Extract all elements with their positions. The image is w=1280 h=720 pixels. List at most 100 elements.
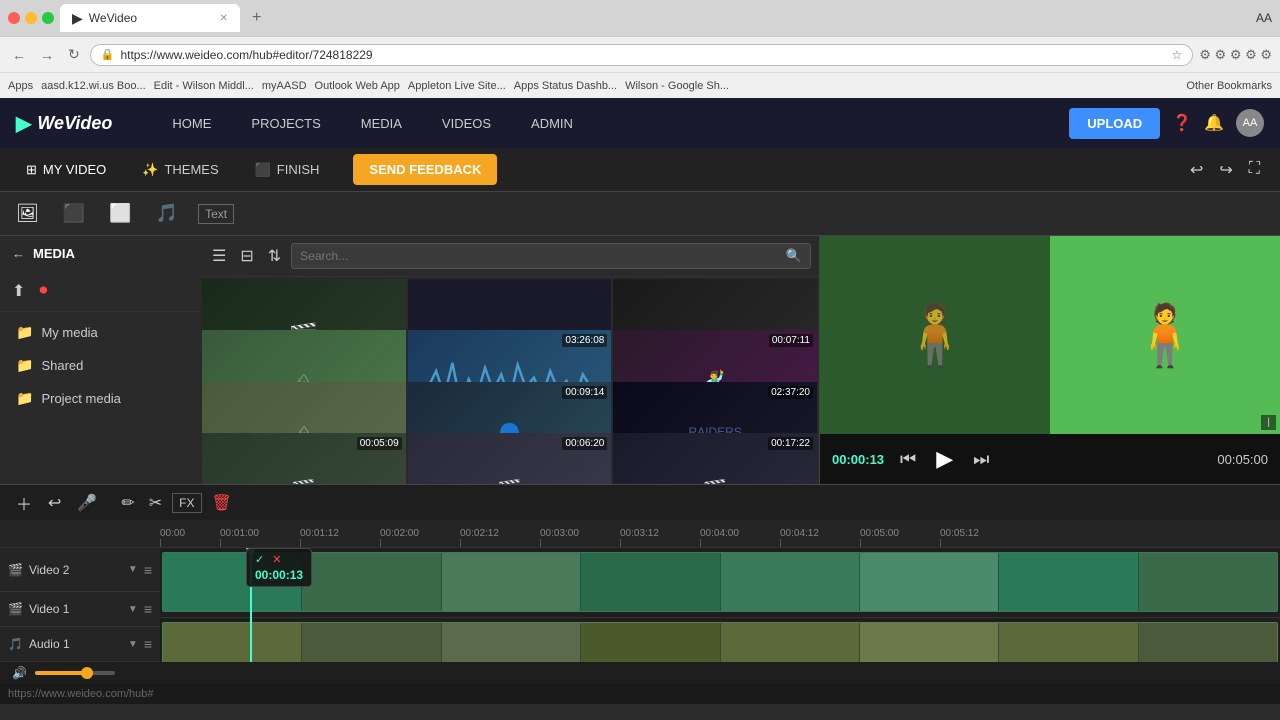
- nav-home[interactable]: HOME: [152, 102, 231, 145]
- track-label-audio1: 🎵 Audio 1 ▼ ≡: [0, 627, 160, 662]
- new-tab-button[interactable]: +: [246, 9, 267, 27]
- bookmark-wilson[interactable]: Wilson - Google Sh...: [625, 80, 729, 92]
- bookmark-apps[interactable]: Apps: [8, 80, 33, 92]
- person-left-figure: 🧍: [898, 300, 973, 371]
- nav-admin[interactable]: ADMIN: [511, 102, 593, 145]
- timeline-toolbar: ＋ ↩ 🎤 ✏ ✂ FX 🗑: [0, 484, 1280, 520]
- track-row-video1[interactable]: [160, 618, 1280, 662]
- browser-chrome: ▶ WeVideo ✕ + AA ← → ↻ 🔒 https://www.wei…: [0, 0, 1280, 98]
- bookmark-apps-status[interactable]: Apps Status Dashb...: [514, 80, 617, 92]
- grid-duration-9: 00:05:09: [357, 437, 402, 450]
- volume-knob[interactable]: [81, 667, 93, 679]
- nav-videos[interactable]: VIDEOS: [422, 102, 511, 145]
- upload-media-button[interactable]: ⬆: [8, 277, 29, 305]
- audio1-chevron-icon[interactable]: ▼: [128, 639, 138, 650]
- video-left: 🧍: [820, 236, 1050, 434]
- address-text: https://www.weideo.com/hub#editor/724818…: [120, 48, 1165, 62]
- bookmark-edit[interactable]: Edit - Wilson Middl...: [154, 80, 254, 92]
- maximize-button[interactable]: [42, 12, 54, 24]
- redo-icon[interactable]: ↪: [1215, 156, 1236, 184]
- forward-button[interactable]: →: [36, 45, 58, 65]
- cut-tool-button[interactable]: ✂: [145, 489, 166, 517]
- traffic-lights: [8, 12, 54, 24]
- audio-tool-icon[interactable]: 🎵: [152, 199, 182, 228]
- undo-timeline-button[interactable]: ↩: [44, 489, 65, 517]
- list-view-button[interactable]: ☰: [208, 242, 230, 270]
- refresh-button[interactable]: ↻: [64, 44, 84, 65]
- video2-chevron-icon[interactable]: ▼: [128, 564, 138, 575]
- folder-project-media[interactable]: 📁 Project media: [0, 382, 200, 415]
- minimize-button[interactable]: [25, 12, 37, 24]
- nav-projects[interactable]: PROJECTS: [231, 102, 340, 145]
- add-track-button[interactable]: ＋: [12, 487, 36, 519]
- left-panel: ← MEDIA ⬆ ⏺ 📁 My media 📁 Shared 📁 Projec: [0, 236, 200, 484]
- track-label-video2: 🎬 Video 2 ▼ ≡: [0, 548, 160, 592]
- avatar[interactable]: AA: [1236, 109, 1264, 137]
- fullscreen-icon[interactable]: ⛶: [1245, 156, 1264, 184]
- grid-item-10[interactable]: 🎬 00:06:20: [408, 433, 612, 484]
- bookmarks-bar: Apps aasd.k12.wi.us Boo... Edit - Wilson…: [0, 72, 1280, 98]
- ruler-mark-6: 00:03:12: [620, 528, 700, 547]
- ruler-label-9: 00:05:00: [860, 528, 899, 539]
- track-row-video2[interactable]: [160, 548, 1280, 618]
- fx-button[interactable]: FX: [172, 493, 201, 513]
- tooltip-time: 00:00:13: [255, 568, 303, 582]
- address-bar[interactable]: 🔒 https://www.weideo.com/hub#editor/7248…: [90, 44, 1194, 66]
- undo-icon[interactable]: ↩: [1186, 156, 1207, 184]
- skip-back-button[interactable]: ⏮: [896, 445, 920, 474]
- time-ruler: 00:00 00:01:00 00:01:12 00:02:00 00:02:1…: [0, 520, 1280, 548]
- trim-tool-icon[interactable]: ⬛: [59, 199, 89, 228]
- delete-clip-button[interactable]: 🗑: [208, 489, 236, 517]
- ruler-tick-6: [620, 539, 621, 547]
- bookmark-aasd[interactable]: aasd.k12.wi.us Boo...: [41, 80, 146, 92]
- media-grid: 🎬 recording_1463062144957 ▶ 111 ▶ record…: [200, 277, 819, 484]
- video1-menu-icon[interactable]: ≡: [144, 601, 152, 617]
- active-tab[interactable]: ▶ WeVideo ✕: [60, 4, 240, 32]
- grid-item-11[interactable]: 🎬 00:17:22: [613, 433, 817, 484]
- upload-button[interactable]: UPLOAD: [1069, 108, 1160, 139]
- my-video-button[interactable]: ⊞ MY VIDEO: [16, 156, 116, 184]
- close-button[interactable]: [8, 12, 20, 24]
- help-icon[interactable]: ❓: [1172, 113, 1192, 133]
- sub-header-right: ↩ ↪ ⛶: [1186, 156, 1264, 184]
- grid-item-9[interactable]: 🎬 00:05:09: [202, 433, 406, 484]
- folder-shared[interactable]: 📁 Shared: [0, 349, 200, 382]
- video1-chevron-icon[interactable]: ▼: [128, 604, 138, 615]
- search-input[interactable]: [300, 249, 782, 263]
- ruler-mark-2: 00:01:12: [300, 528, 380, 547]
- bookmark-other[interactable]: Other Bookmarks: [1186, 80, 1272, 92]
- ruler-label-8: 00:04:12: [780, 528, 819, 539]
- volume-slider[interactable]: [35, 671, 115, 675]
- play-pause-button[interactable]: ▶: [932, 442, 957, 476]
- back-button[interactable]: ←: [8, 45, 30, 65]
- text-tool-icon[interactable]: Text: [198, 204, 234, 224]
- mic-button[interactable]: 🎤: [73, 489, 101, 517]
- themes-button[interactable]: ✨ THEMES: [132, 156, 228, 184]
- grid-duration-8: 02:37:20: [768, 386, 813, 399]
- folder-my-media[interactable]: 📁 My media: [0, 316, 200, 349]
- current-time-display: 00:00:13: [832, 452, 884, 467]
- bell-icon[interactable]: 🔔: [1204, 113, 1224, 133]
- bookmark-appleton[interactable]: Appleton Live Site...: [408, 80, 506, 92]
- nav-media[interactable]: MEDIA: [341, 102, 422, 145]
- ruler-label-5: 00:03:00: [540, 528, 579, 539]
- star-icon[interactable]: ☆: [1172, 48, 1183, 62]
- pencil-tool-button[interactable]: ✏: [117, 489, 138, 517]
- transition-tool-icon[interactable]: ⬜: [105, 199, 135, 228]
- sort-button[interactable]: ⇅: [264, 242, 285, 270]
- back-arrow-icon[interactable]: ←: [12, 246, 25, 261]
- finish-button[interactable]: ⬛ FINISH: [245, 156, 330, 184]
- bookmark-outlook[interactable]: Outlook Web App: [315, 80, 400, 92]
- audio1-menu-icon[interactable]: ≡: [144, 636, 152, 652]
- bookmark-myaasd[interactable]: myAASD: [262, 80, 307, 92]
- skip-forward-button[interactable]: ⏭: [969, 445, 993, 474]
- user-initials: AA: [1256, 11, 1272, 25]
- record-button[interactable]: ⏺: [35, 278, 51, 304]
- video2-menu-icon[interactable]: ≡: [144, 562, 152, 578]
- tab-close-button[interactable]: ✕: [220, 13, 228, 24]
- send-feedback-button[interactable]: SEND FEEDBACK: [353, 154, 497, 185]
- search-box[interactable]: 🔍: [291, 243, 811, 269]
- media-tool-icon[interactable]: 🖼: [12, 199, 43, 228]
- ruler-tick-0: [160, 539, 161, 547]
- filter-button[interactable]: ⊟: [236, 242, 257, 270]
